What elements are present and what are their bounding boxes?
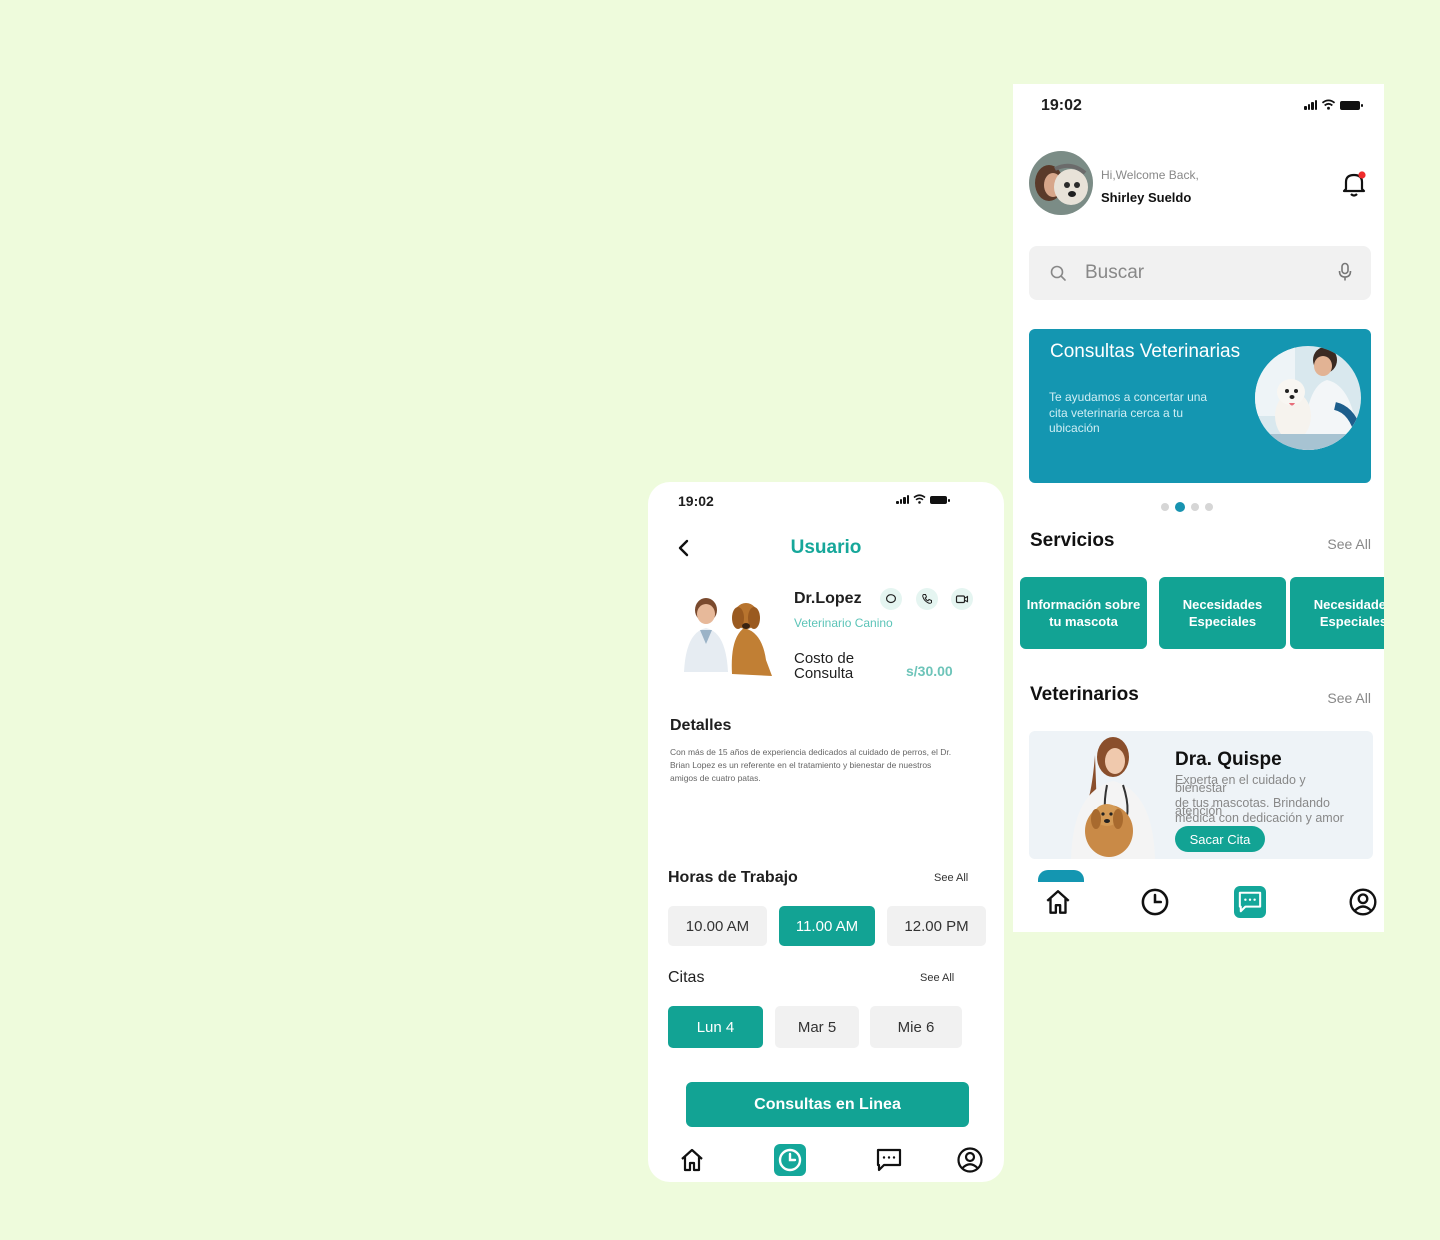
service-card[interactable]: Necesidades Especiales [1290, 577, 1384, 649]
profile-icon [1349, 888, 1377, 916]
hour-slot-selected[interactable]: 11.00 AM [779, 906, 875, 946]
banner-text: Te ayudamos a concertar una cita veterin… [1049, 390, 1208, 435]
battery-icon [930, 496, 950, 504]
promo-banner[interactable]: Consultas Veterinarias Te ayudamos a con… [1029, 329, 1371, 483]
doctor-detail-screen: 19:02 Usuario Dr.Lopez Veterinario Canin… [648, 482, 1004, 1182]
vet-name: Dra. Quispe [1175, 749, 1282, 770]
vet-with-dog-image [1255, 346, 1361, 450]
doctor-name: Dr.Lopez [794, 590, 862, 607]
profile-icon [957, 1147, 983, 1173]
status-time: 19:02 [678, 493, 714, 509]
service-card[interactable]: Necesidades Especiales [1159, 577, 1286, 649]
clock-icon [1141, 888, 1169, 916]
nav-history[interactable] [774, 1144, 806, 1176]
user-name: Shirley Sueldo [1101, 190, 1192, 205]
tab-indicator [1038, 870, 1084, 882]
phone-icon [922, 594, 932, 604]
appointments-title: Citas [668, 969, 705, 986]
details-title: Detalles [670, 717, 732, 734]
carousel-dot[interactable] [1205, 503, 1213, 511]
hour-slot[interactable]: 12.00 PM [887, 906, 986, 946]
book-appointment-button[interactable]: Sacar Cita [1175, 826, 1265, 852]
banner-title: Consultas Veterinarias [1050, 341, 1241, 362]
cost-label: Costo de Consulta [794, 650, 855, 682]
home-icon [681, 1148, 703, 1172]
nav-messages[interactable] [873, 1144, 905, 1176]
vet-card[interactable]: Dra. Quispe Experta en el cuidado y bien… [1029, 731, 1373, 859]
day-chip[interactable]: Mie 6 [870, 1006, 962, 1048]
nav-profile[interactable] [954, 1144, 986, 1176]
vet-description-line: médica con dedicación y amor [1175, 811, 1344, 825]
nav-profile[interactable] [1347, 886, 1379, 918]
status-icons [896, 494, 950, 504]
user-avatar-photo [1029, 151, 1093, 215]
working-hours-title: Horas de Trabajo [668, 869, 798, 886]
clock-icon [778, 1148, 802, 1172]
status-time: 19:02 [1041, 97, 1082, 114]
service-card[interactable]: Información sobre tu mascota [1020, 577, 1147, 649]
search-bar[interactable] [1029, 246, 1371, 300]
greeting-text: Hi,Welcome Back, [1101, 168, 1199, 182]
nav-home[interactable] [676, 1144, 708, 1176]
search-icon [1050, 265, 1066, 281]
day-chip[interactable]: Mar 5 [775, 1006, 859, 1048]
nav-messages[interactable] [1234, 886, 1266, 918]
page-title: Usuario [790, 537, 862, 558]
cost-value: s/30.00 [906, 663, 953, 679]
status-icons [1304, 99, 1363, 110]
services-see-all[interactable]: See All [1327, 536, 1371, 552]
details-text: Con más de 15 años de experiencia dedica… [670, 747, 952, 783]
signal-icon [1304, 100, 1317, 110]
carousel-dot[interactable] [1191, 503, 1199, 511]
signal-icon [896, 495, 909, 504]
hours-see-all[interactable]: See All [934, 872, 968, 884]
wifi-icon [913, 494, 926, 504]
day-chip-selected[interactable]: Lun 4 [668, 1006, 763, 1048]
nav-home[interactable] [1042, 886, 1074, 918]
carousel-dot[interactable] [1161, 503, 1169, 511]
doctor-photo [684, 598, 772, 676]
vet-description: Experta en el cuidado y bienestar de tus… [1175, 773, 1365, 826]
carousel-dot-active[interactable] [1175, 502, 1185, 512]
chat-icon [1238, 891, 1262, 913]
chat-icon [876, 1148, 902, 1172]
message-button[interactable] [880, 588, 902, 610]
home-screen: 19:02 Hi,Welcome Back, Shirley Sueldo Co… [1013, 84, 1384, 932]
avatar[interactable] [1029, 151, 1093, 215]
search-input[interactable] [1085, 260, 1335, 286]
services-title: Servicios [1030, 530, 1115, 551]
call-button[interactable] [916, 588, 938, 610]
hour-slot[interactable]: 10.00 AM [668, 906, 767, 946]
appointments-see-all[interactable]: See All [920, 972, 954, 984]
nav-history[interactable] [1139, 886, 1171, 918]
vet-photo [1071, 737, 1155, 859]
banner-photo [1255, 346, 1361, 450]
vets-title: Veterinarios [1030, 684, 1139, 705]
online-consultation-button[interactable]: Consultas en Linea [686, 1082, 969, 1127]
wifi-icon [1321, 99, 1336, 110]
video-icon [955, 595, 969, 604]
battery-icon [1340, 101, 1363, 110]
vets-see-all[interactable]: See All [1327, 690, 1371, 706]
home-icon [1046, 890, 1070, 914]
notification-bell-icon[interactable] [1341, 170, 1367, 198]
doctor-specialty: Veterinario Canino [794, 616, 893, 630]
video-call-button[interactable] [951, 588, 973, 610]
carousel-indicator [1161, 502, 1213, 512]
microphone-icon[interactable] [1337, 262, 1353, 282]
message-icon [885, 594, 897, 604]
